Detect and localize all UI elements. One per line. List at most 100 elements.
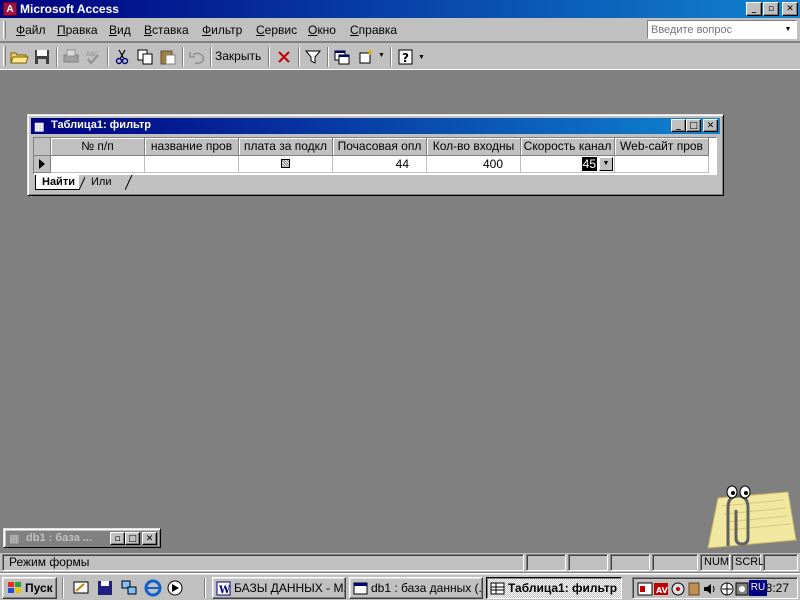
speed-value[interactable]: 45 [581,157,597,171]
db-window-title: db1 : база ... [26,532,93,544]
menu-view[interactable]: Вид [109,23,131,37]
new-object-icon[interactable] [357,47,377,67]
tab-or[interactable]: Или [85,175,125,190]
menu-tools[interactable]: Сервис [256,23,297,37]
window-icon[interactable] [332,47,352,67]
status-pane [568,554,608,571]
task-db1[interactable]: db1 : база данных (... [349,577,483,599]
clock[interactable]: 8:27 [766,581,789,595]
task-word-document[interactable]: W БАЗЫ ДАННЫХ - M... [212,577,346,599]
app-title-bar[interactable]: A Microsoft Access _ ▫ ✕ [0,0,800,18]
close-button[interactable]: ✕ [782,2,798,16]
start-button[interactable]: Пуск [2,577,57,599]
filter-window-title-bar[interactable]: ▦ Таблица1: фильтр _ □ ✕ [31,118,720,134]
cell-hourly[interactable]: 44 [333,156,427,173]
menu-grip[interactable] [3,21,6,39]
column-header-name[interactable]: название пров [145,138,239,156]
access-app-icon[interactable]: A [3,2,17,16]
app-title: Microsoft Access [20,2,119,16]
cut-icon[interactable] [112,47,132,67]
task-label: БАЗЫ ДАННЫХ - M... [234,581,346,595]
chevron-down-icon[interactable]: ▼ [599,157,613,171]
delete-icon[interactable] [274,47,294,67]
db-window-minimized[interactable]: ▦ db1 : база ... ▫ □ ✕ [3,528,161,548]
help-question-input[interactable] [651,23,776,37]
checkbox[interactable] [281,159,290,168]
menu-edit[interactable]: Правка [57,23,98,37]
column-header-hourly[interactable]: Почасовая опл [333,138,427,156]
language-indicator[interactable]: RU [749,580,767,596]
column-header-speed[interactable]: Скорость канал [521,138,615,156]
toolbar-separator [182,47,184,67]
word-icon: W [216,581,231,596]
db-window-title-bar[interactable]: ▦ db1 : база ... ▫ □ ✕ [6,531,158,546]
cell-lines[interactable]: 400 [427,156,521,173]
cell-speed[interactable]: 45 ▼ [521,156,615,173]
toolbar-separator [327,47,329,67]
toolbar-grip[interactable] [3,46,6,66]
show-desktop-icon[interactable] [72,579,90,597]
cell-num[interactable] [51,156,145,173]
open-folder-icon[interactable] [9,47,29,67]
cell-name[interactable] [145,156,239,173]
media-icon[interactable] [670,581,686,597]
taskbar: Пуск W БАЗЫ ДАННЫХ - M... db1 : база дан… [0,573,800,600]
maximize-button[interactable]: □ [125,532,140,545]
restore-button[interactable]: ▫ [763,2,779,16]
copy-icon[interactable] [135,47,155,67]
filter-icon[interactable] [303,47,323,67]
restore-button[interactable]: ▫ [110,532,125,545]
column-header-web[interactable]: Web-сайт пров [615,138,709,156]
menu-window[interactable]: Окно [308,23,336,37]
undo-icon[interactable] [187,47,207,67]
record-selector[interactable] [34,156,51,173]
menu-bar: Файл Правка Вид Вставка Фильтр Сервис Ок… [0,18,800,42]
chevron-down-icon[interactable]: ▼ [781,22,795,37]
network-icon[interactable] [120,579,138,597]
network-tray-icon[interactable] [719,581,735,597]
minimize-button[interactable]: _ [671,119,686,132]
chevron-down-icon[interactable]: ▼ [378,52,385,59]
column-header-num[interactable]: № п/п [51,138,145,156]
office-tray-icon[interactable] [734,581,750,597]
status-pane [763,554,798,571]
maximize-button[interactable]: □ [686,119,701,132]
tab-find[interactable]: Найти [35,175,79,190]
minimize-button[interactable]: _ [746,2,762,16]
chevron-down-icon[interactable]: ▼ [418,54,425,61]
cell-web[interactable] [615,156,709,173]
scheduler-icon[interactable] [637,581,653,597]
grid-corner[interactable] [34,138,51,156]
close-filter-button[interactable]: Закрыть [215,49,261,63]
save-disk-icon[interactable] [96,579,114,597]
status-pane [526,554,566,571]
print-icon[interactable] [61,47,81,67]
help-icon[interactable]: ? [396,47,416,67]
internet-explorer-icon[interactable] [144,579,162,597]
menu-help[interactable]: Справка [350,23,397,37]
close-button[interactable]: ✕ [142,532,157,545]
antivirus-icon[interactable]: AV [653,581,669,597]
column-header-fee[interactable]: плата за подкл [239,138,333,156]
volume-icon[interactable] [702,581,718,597]
close-button[interactable]: ✕ [703,119,718,132]
filter-grid: № п/п название пров плата за подкл Почас… [33,137,717,175]
num-lock-indicator: NUM [700,554,730,571]
filter-window: ▦ Таблица1: фильтр _ □ ✕ № п/п название … [27,114,724,196]
menu-filter[interactable]: Фильтр [202,23,242,37]
menu-file[interactable]: Файл [16,23,46,37]
menu-insert[interactable]: Вставка [144,23,189,37]
office-assistant-paperclip-icon[interactable] [688,478,798,550]
cell-fee[interactable] [239,156,333,173]
toolbar-separator [268,47,270,67]
save-icon[interactable] [32,47,52,67]
paste-icon[interactable] [158,47,178,67]
clipboard-tray-icon[interactable] [686,581,702,597]
toolbar: ABC Закрыть ▼ ? ▼ [0,43,800,70]
media-player-icon[interactable] [166,579,184,597]
column-header-lines[interactable]: Кол-во входны [427,138,521,156]
spelling-icon[interactable]: ABC [83,47,103,67]
access-db-icon [353,582,368,595]
task-filter-window[interactable]: Таблица1: фильтр [486,577,622,599]
help-question-box[interactable]: ▼ [647,20,797,39]
